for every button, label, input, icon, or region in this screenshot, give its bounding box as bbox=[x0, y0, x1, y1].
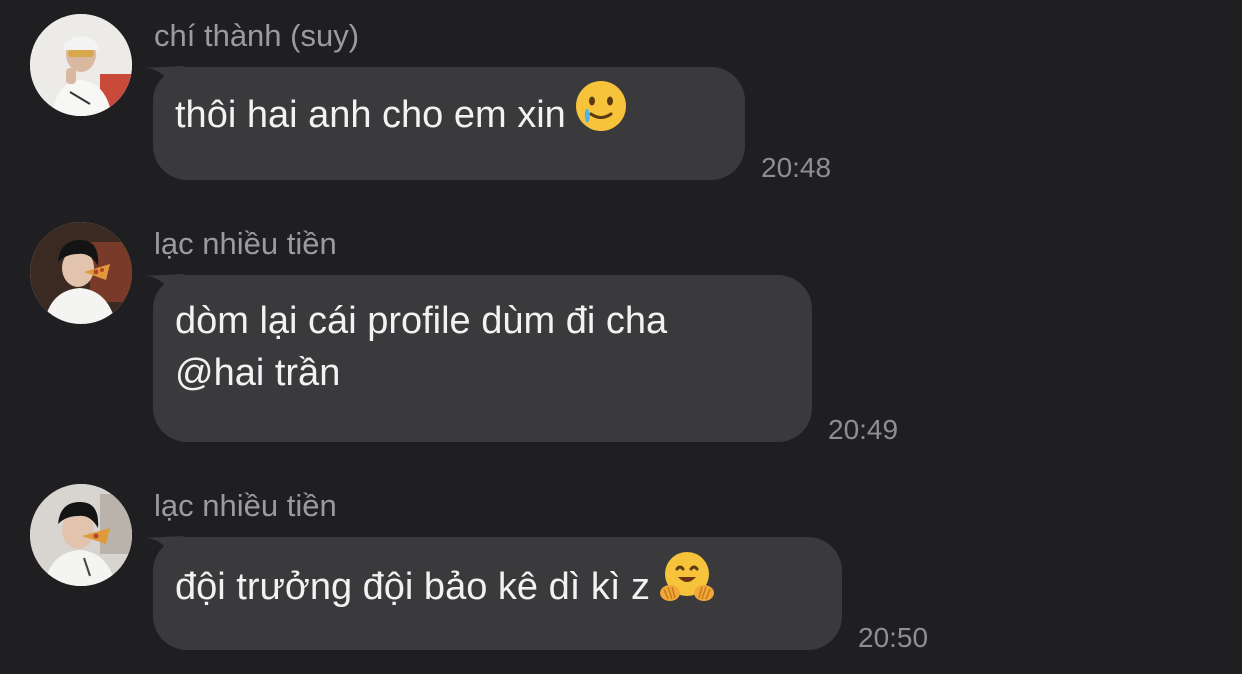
smiling-face-with-tear-icon bbox=[574, 79, 628, 147]
avatar[interactable] bbox=[30, 222, 132, 324]
message-text: đội trưởng đội bảo kê dì kì z bbox=[175, 566, 650, 609]
avatar-photo-icon bbox=[30, 484, 132, 586]
timestamp: 20:48 bbox=[761, 152, 832, 183]
sender-name[interactable]: lạc nhiều tiền bbox=[154, 488, 337, 524]
mention-text[interactable]: @hai trần bbox=[175, 347, 790, 399]
sender-name[interactable]: chí thành (suy) bbox=[154, 18, 359, 54]
timestamp: 20:50 bbox=[858, 622, 929, 653]
message-bubble[interactable]: dòm lại cái profile dùm đi cha @hai trần bbox=[153, 275, 812, 442]
avatar[interactable] bbox=[30, 14, 132, 116]
message-line: đội trưởng đội bảo kê dì kì z bbox=[175, 552, 820, 621]
timestamp: 20:49 bbox=[828, 414, 899, 445]
hugging-face-icon bbox=[658, 549, 716, 621]
message-text: dòm lại cái profile dùm đi cha bbox=[175, 300, 668, 342]
avatar-photo-icon bbox=[30, 14, 132, 116]
sender-name[interactable]: lạc nhiều tiền bbox=[154, 226, 337, 262]
avatar-photo-icon bbox=[30, 222, 132, 324]
message-bubble[interactable]: đội trưởng đội bảo kê dì kì z bbox=[153, 537, 842, 650]
message-bubble[interactable]: thôi hai anh cho em xin bbox=[153, 67, 745, 180]
message-text: thôi hai anh cho em xin bbox=[175, 94, 566, 137]
message-line: thôi hai anh cho em xin bbox=[175, 81, 723, 147]
avatar[interactable] bbox=[30, 484, 132, 586]
